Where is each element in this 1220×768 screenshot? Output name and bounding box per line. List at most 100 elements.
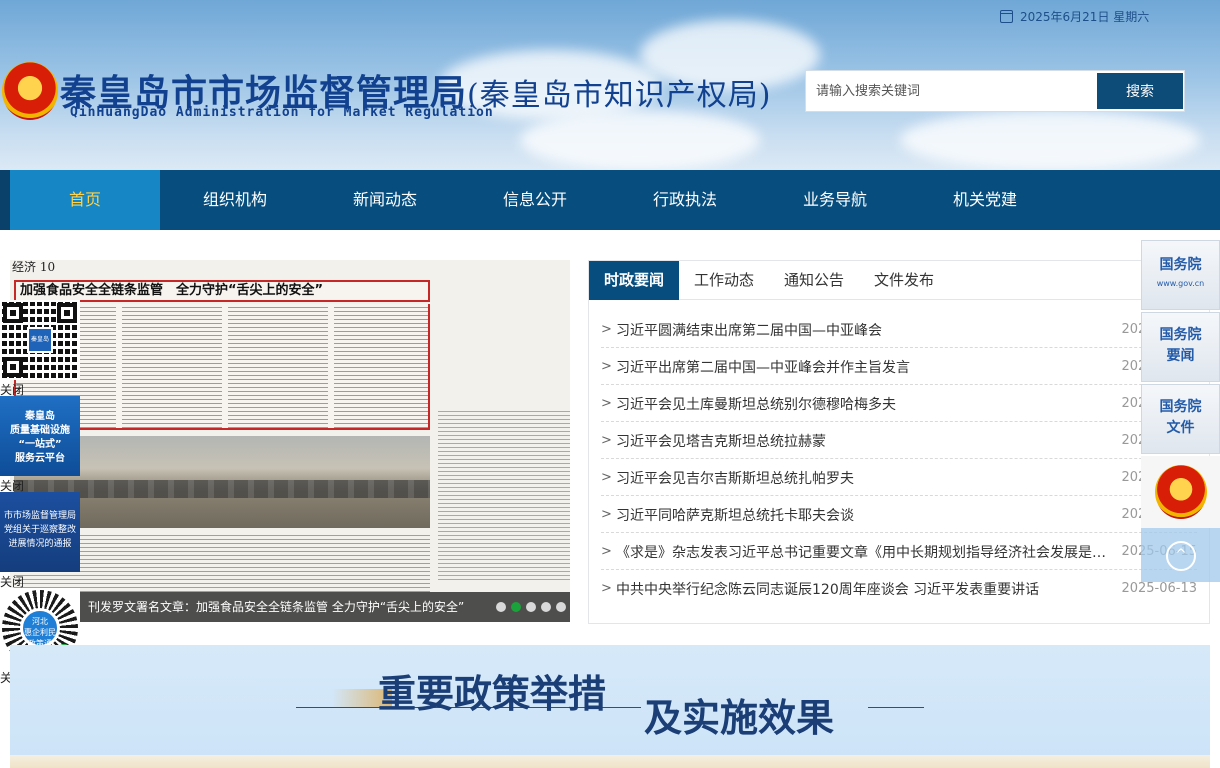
newspaper-header: 经济 10 <box>12 260 56 274</box>
slider-caption[interactable]: 刊发罗文署名文章：加强食品安全全链条监管 全力守护“舌尖上的安全” <box>88 592 464 622</box>
rbox-line: 文件 <box>1166 420 1195 436</box>
slider-dot-active[interactable] <box>511 602 521 612</box>
slider-dot[interactable] <box>556 602 566 612</box>
ad-text: 秦皇岛 <box>25 411 55 422</box>
news-panel: 时政要闻 工作动态 通知公告 文件发布 > 习近平圆满结束出席第二届中国—中亚峰会… <box>588 260 1210 624</box>
rbox-label: 国务院 文件 <box>1142 397 1219 439</box>
tab-documents[interactable]: 文件发布 <box>859 261 949 300</box>
news-item[interactable]: > 《求是》杂志发表习近平总书记重要文章《用中长期规划指导经济社会发展是我们党治国… <box>601 533 1197 570</box>
banner-divider <box>868 707 924 708</box>
news-title[interactable]: 习近平会见土库曼斯坦总统别尔德穆哈梅多夫 <box>616 394 1116 414</box>
banner-title-line1: 重要政策举措 <box>378 671 607 716</box>
slider-dot[interactable] <box>526 602 536 612</box>
chevron-right-icon: > <box>601 544 612 559</box>
state-council-docs-link[interactable]: 国务院 文件 <box>1141 384 1220 454</box>
qr-logo: 秦皇岛 <box>27 327 53 353</box>
news-item[interactable]: > 中共中央举行纪念陈云同志诞辰120周年座谈会 习近平发表重要讲话 2025-06… <box>601 570 1197 607</box>
cloud-decoration <box>520 110 760 170</box>
news-item[interactable]: >习近平出席第二届中国—中亚峰会并作主旨发言2025-06-17 <box>601 348 1197 385</box>
back-to-top-button[interactable]: ^ <box>1141 528 1220 582</box>
nav-item-business-guide[interactable]: 业务导航 <box>760 170 910 230</box>
chevron-right-icon: > <box>601 396 612 411</box>
next-banner-edge <box>10 755 1210 768</box>
site-title-sub: (秦皇岛市知识产权局) <box>467 78 772 113</box>
tab-politics[interactable]: 时政要闻 <box>589 261 679 300</box>
main-nav: 首页 组织机构 新闻动态 信息公开 行政执法 业务导航 机关党建 <box>0 170 1220 230</box>
ad-text: “一站式” <box>18 439 62 450</box>
date-display: 2025年6月21日 星期六 <box>1000 7 1149 25</box>
mini-qr-text: 河北 <box>32 617 48 626</box>
news-title[interactable]: 习近平同哈萨克斯坦总统托卡耶夫会谈 <box>616 505 1116 525</box>
site-title-en: QinHuangDao Administration for Market Re… <box>70 105 494 120</box>
nav-item-law-enforcement[interactable]: 行政执法 <box>610 170 760 230</box>
rbox-line: 国务院 <box>1159 327 1202 343</box>
ad-text: 进展情况的通报 <box>8 539 72 549</box>
news-title[interactable]: 《求是》杂志发表习近平总书记重要文章《用中长期规划指导经济社会发展是我们党治国理… <box>616 542 1116 562</box>
banner-title-line2: 及实施效果 <box>644 695 835 740</box>
ad-text: 质量基础设施 <box>10 425 70 436</box>
quality-platform-ad[interactable]: 秦皇岛 质量基础设施 “一站式” 服务云平台 <box>0 396 80 476</box>
chevron-right-icon: > <box>601 359 612 374</box>
news-item[interactable]: >习近平圆满结束出席第二届中国—中亚峰会2025-06-18 <box>601 311 1197 348</box>
search-button[interactable]: 搜索 <box>1097 73 1183 109</box>
nav-stripe <box>0 170 10 230</box>
news-title[interactable]: 中共中央举行纪念陈云同志诞辰120周年座谈会 习近平发表重要讲话 <box>616 579 1116 599</box>
search-input[interactable] <box>806 71 1096 111</box>
newspaper-headline: 加强食品安全全链条监管 全力守护“舌尖上的安全” <box>14 280 430 302</box>
emblem-link[interactable] <box>1141 456 1220 528</box>
search-box: 搜索 <box>805 70 1185 112</box>
chevron-right-icon: > <box>601 322 612 337</box>
chevron-right-icon: > <box>601 507 612 522</box>
news-title[interactable]: 习近平会见塔吉克斯坦总统拉赫蒙 <box>616 431 1116 451</box>
chevron-right-icon: > <box>601 470 612 485</box>
date-text: 2025年6月21日 星期六 <box>1020 9 1150 24</box>
gov-cn-link[interactable]: 国务院 www.gov.cn <box>1141 240 1220 310</box>
rbox-line: 要闻 <box>1166 348 1195 364</box>
page: 2025年6月21日 星期六 秦皇岛市市场监督管理局 (秦皇岛市知识产权局) Qi… <box>0 0 1220 768</box>
cloud-decoration <box>900 110 1200 170</box>
national-emblem-logo <box>2 62 58 120</box>
national-emblem-icon <box>1155 465 1207 519</box>
mini-qr-text: 惠企利民 <box>24 628 56 637</box>
slider-dot[interactable] <box>541 602 551 612</box>
news-title[interactable]: 习近平圆满结束出席第二届中国—中亚峰会 <box>616 320 1116 340</box>
header: 2025年6月21日 星期六 秦皇岛市市场监督管理局(秦皇岛市知识产权局) Qi… <box>0 0 1220 170</box>
ad-text: 党组关于巡察整改 <box>3 525 76 535</box>
gov-cn-text: 国务院 <box>1159 257 1202 273</box>
arrow-up-icon: ^ <box>1166 541 1196 571</box>
ad-text: 市市场监督管理局 <box>3 511 76 521</box>
tab-notices[interactable]: 通知公告 <box>769 261 859 300</box>
inspection-report-ad[interactable]: 市市场监督管理局 党组关于巡察整改 进展情况的通报 <box>0 492 80 572</box>
ad-text: 服务云平台 <box>15 453 65 464</box>
nav-item-home[interactable]: 首页 <box>10 170 160 230</box>
news-title[interactable]: 习近平出席第二届中国—中亚峰会并作主旨发言 <box>616 357 1116 377</box>
image-slider[interactable]: 经济 10 加强食品安全全链条监管 全力守护“舌尖上的安全” 刊发罗文署名文章：… <box>10 260 570 622</box>
qr-corner <box>3 357 23 377</box>
news-date: 2025-06-13 <box>1121 581 1197 596</box>
nav-item-news[interactable]: 新闻动态 <box>310 170 460 230</box>
tab-work-updates[interactable]: 工作动态 <box>679 261 769 300</box>
newspaper-right-column <box>438 280 570 580</box>
rbox-label: 国务院 要闻 <box>1142 325 1219 367</box>
calendar-icon <box>1000 9 1013 23</box>
news-title[interactable]: 习近平会见吉尔吉斯斯坦总统扎帕罗夫 <box>616 468 1116 488</box>
nav-item-party-building[interactable]: 机关党建 <box>910 170 1060 230</box>
qr-corner <box>3 303 23 323</box>
news-item[interactable]: >习近平会见土库曼斯坦总统别尔德穆哈梅多夫2025-06-17 <box>601 385 1197 422</box>
qr-logo-text: 秦皇岛 <box>30 336 49 343</box>
slider-caption-bar: 刊发罗文署名文章：加强食品安全全链条监管 全力守护“舌尖上的安全” <box>10 592 570 622</box>
news-item[interactable]: >习近平会见吉尔吉斯斯坦总统扎帕罗夫2025-06-16 <box>601 459 1197 496</box>
chevron-right-icon: > <box>601 433 612 448</box>
nav-item-organization[interactable]: 组织机构 <box>160 170 310 230</box>
news-list: >习近平圆满结束出席第二届中国—中亚峰会2025-06-18 >习近平出席第二届… <box>601 311 1197 607</box>
state-council-news-link[interactable]: 国务院 要闻 <box>1141 312 1220 382</box>
policy-banner[interactable]: 重要政策举措 及实施效果 <box>10 645 1210 755</box>
qr-code-float[interactable]: 秦皇岛 <box>0 300 80 380</box>
rbox-line: 国务院 <box>1159 399 1202 415</box>
nav-item-info-disclosure[interactable]: 信息公开 <box>460 170 610 230</box>
news-item[interactable]: >习近平同哈萨克斯坦总统托卡耶夫会谈2025-06-16 <box>601 496 1197 533</box>
slider-dot[interactable] <box>496 602 506 612</box>
slider-dots <box>496 602 570 612</box>
news-tabs: 时政要闻 工作动态 通知公告 文件发布 <box>589 261 1209 300</box>
news-item[interactable]: >习近平会见塔吉克斯坦总统拉赫蒙2025-06-17 <box>601 422 1197 459</box>
